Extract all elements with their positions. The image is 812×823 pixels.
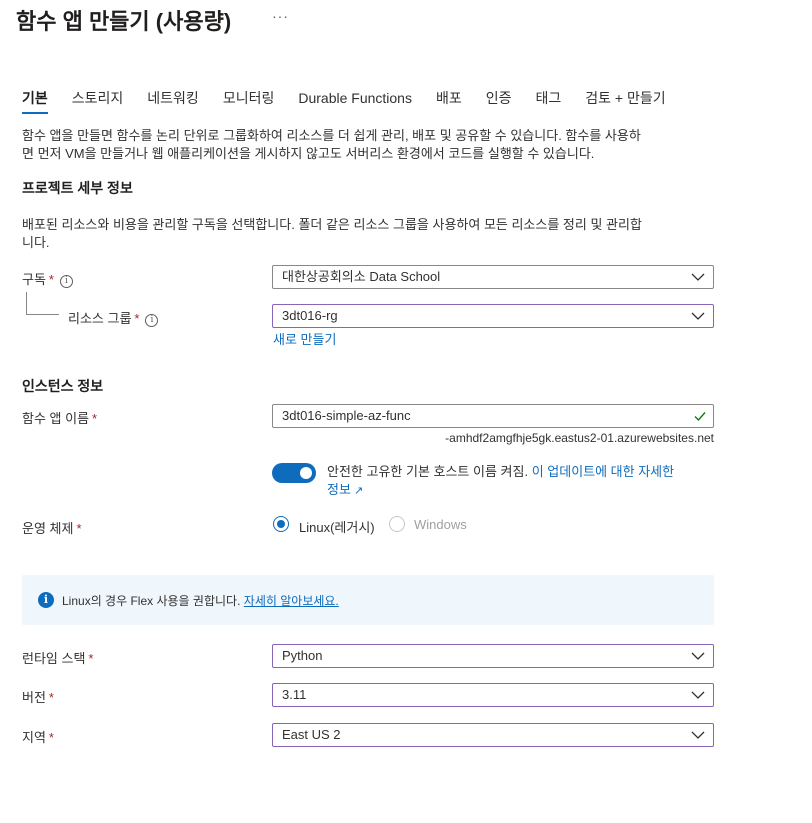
project-details-heading: 프로젝트 세부 정보 (22, 180, 133, 196)
intro-line-1: 함수 앱을 만들면 함수를 논리 단위로 그룹화하여 리소스를 더 쉽게 관리,… (22, 128, 641, 143)
version-label-text: 버전 (22, 690, 46, 705)
info-icon[interactable]: i (145, 314, 159, 327)
tab-deployment[interactable]: 배포 (436, 88, 462, 114)
chevron-down-icon (691, 691, 705, 699)
runtime-stack-label-text: 런타임 스택 (22, 651, 86, 666)
os-windows-label[interactable]: Windows (414, 517, 467, 532)
more-options-button[interactable]: ··· (272, 8, 289, 24)
resource-group-label: 리소스 그룹 * i (68, 308, 159, 327)
function-app-name-label-text: 함수 앱 이름 (22, 411, 90, 426)
subscription-label-text: 구독 (22, 272, 46, 287)
project-desc-line-2: 니다. (22, 235, 50, 250)
toggle-knob (300, 467, 312, 479)
checkmark-icon (694, 412, 706, 422)
os-label: 운영 체제 * (22, 518, 82, 537)
instance-details-heading: 인스턴스 정보 (22, 378, 104, 394)
subscription-label: 구독 * i (22, 269, 73, 288)
toggle-text: 안전한 고유한 기본 호스트 이름 켜짐. (327, 464, 529, 479)
external-link-icon[interactable]: ↗ (351, 485, 363, 497)
info-icon: i (38, 592, 54, 608)
chevron-down-icon (691, 273, 705, 281)
banner-message: Linux의 경우 Flex 사용을 권합니다. 자세히 알아보세요. (62, 592, 339, 609)
banner-learn-more-link[interactable]: 자세히 알아보세요. (244, 594, 339, 608)
tab-storage[interactable]: 스토리지 (72, 88, 124, 114)
flex-recommendation-banner: i Linux의 경우 Flex 사용을 권합니다. 자세히 알아보세요. (22, 575, 714, 625)
tab-review-create[interactable]: 검토 + 만들기 (585, 88, 665, 114)
runtime-stack-label: 런타임 스택 * (22, 648, 93, 667)
runtime-stack-dropdown[interactable]: Python (272, 644, 714, 668)
tab-tags[interactable]: 태그 (536, 88, 562, 114)
subscription-dropdown[interactable]: 대한상공회의소 Data School (272, 265, 714, 289)
region-dropdown[interactable]: East US 2 (272, 723, 714, 747)
resource-group-label-text: 리소스 그룹 (68, 311, 132, 326)
required-marker: * (48, 272, 54, 287)
tree-connector (26, 292, 59, 315)
required-marker: * (48, 690, 54, 705)
version-value: 3.11 (282, 687, 307, 702)
info-icon[interactable]: i (59, 275, 73, 288)
project-desc-line-1: 배포된 리소스와 비용을 관리할 구독을 선택합니다. 폴더 같은 리소스 그룹… (22, 217, 642, 232)
required-marker: * (48, 730, 54, 745)
create-new-resource-group-link[interactable]: 새로 만들기 (273, 329, 336, 348)
tab-durable-functions[interactable]: Durable Functions (298, 88, 412, 114)
tab-basics[interactable]: 기본 (22, 88, 48, 114)
version-dropdown[interactable]: 3.11 (272, 683, 714, 707)
required-marker: * (134, 311, 140, 326)
resource-group-dropdown[interactable]: 3dt016-rg (272, 304, 714, 328)
region-label-text: 지역 (22, 730, 46, 745)
required-marker: * (76, 521, 82, 536)
chevron-down-icon (691, 731, 705, 739)
toggle-description: 안전한 고유한 기본 호스트 이름 켜짐. 이 업데이트에 대한 자세한 정보 … (327, 463, 719, 500)
region-label: 지역 * (22, 727, 54, 746)
tab-bar: 기본 스토리지 네트워킹 모니터링 Durable Functions 배포 인… (22, 88, 690, 116)
required-marker: * (92, 411, 98, 426)
os-linux-label[interactable]: Linux(레거시) (299, 517, 375, 536)
subscription-value: 대한상공회의소 Data School (282, 269, 441, 284)
os-linux-radio[interactable] (273, 516, 289, 532)
learn-more-link-info[interactable]: 정보 (327, 482, 351, 497)
intro-description: 함수 앱을 만들면 함수를 논리 단위로 그룹화하여 리소스를 더 쉽게 관리,… (22, 127, 722, 163)
tab-monitoring[interactable]: 모니터링 (223, 88, 275, 114)
learn-more-link[interactable]: 이 업데이트에 대한 자세한 (532, 464, 674, 479)
banner-text: Linux의 경우 Flex 사용을 권합니다. (62, 594, 241, 608)
function-app-name-label: 함수 앱 이름 * (22, 408, 97, 427)
version-label: 버전 * (22, 687, 54, 706)
os-label-text: 운영 체제 (22, 521, 74, 536)
domain-suffix: -amhdf2amgfhje5gk.eastus2-01.azurewebsit… (445, 431, 714, 445)
runtime-stack-value: Python (282, 648, 323, 663)
chevron-down-icon (691, 652, 705, 660)
function-app-name-value: 3dt016-simple-az-func (282, 408, 411, 423)
page-title: 함수 앱 만들기 (사용량) (16, 9, 232, 34)
function-app-name-input[interactable]: 3dt016-simple-az-func (272, 404, 714, 428)
tab-authentication[interactable]: 인증 (486, 88, 512, 114)
required-marker: * (88, 651, 94, 666)
intro-line-2: 면 먼저 VM을 만들거나 웹 애플리케이션을 게시하지 않고도 서버리스 환경… (22, 146, 595, 161)
chevron-down-icon (691, 312, 705, 320)
unique-hostname-toggle[interactable] (272, 463, 316, 483)
tab-networking[interactable]: 네트워킹 (147, 88, 199, 114)
os-windows-radio[interactable] (389, 516, 405, 532)
resource-group-value: 3dt016-rg (282, 308, 338, 323)
project-details-description: 배포된 리소스와 비용을 관리할 구독을 선택합니다. 폴더 같은 리소스 그룹… (22, 216, 722, 252)
region-value: East US 2 (282, 727, 341, 742)
